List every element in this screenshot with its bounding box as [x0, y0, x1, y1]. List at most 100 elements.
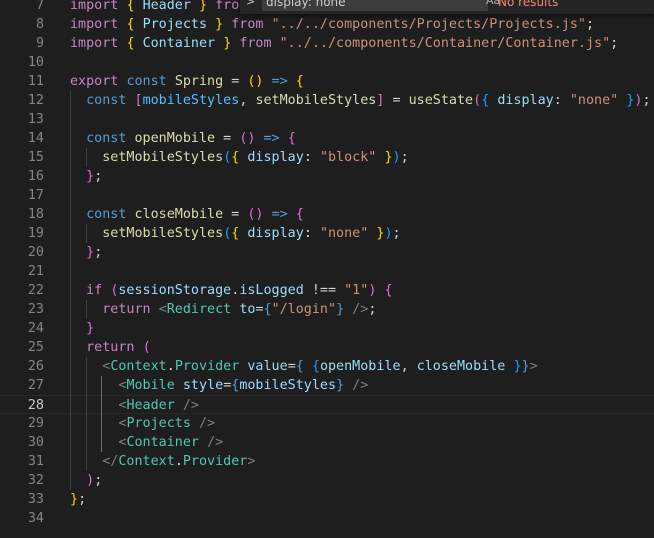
- code-text: );: [70, 471, 102, 490]
- code-token: {: [295, 207, 304, 222]
- code-token: .: [166, 359, 175, 374]
- code-token: !==: [303, 283, 345, 298]
- code-line[interactable]: 15 setMobileStyles({ display: "block" })…: [0, 148, 654, 167]
- code-token: ,: [400, 359, 417, 374]
- code-line[interactable]: 14 const openMobile = () => {: [0, 129, 654, 148]
- code-token: Container: [142, 36, 216, 51]
- code-token: :: [303, 226, 320, 241]
- code-line[interactable]: 21: [0, 262, 654, 281]
- code-line[interactable]: 20 };: [0, 243, 654, 262]
- code-editor[interactable]: 7 import { Header } from 8 import { Project…: [0, 0, 654, 538]
- line-number: 12: [27, 93, 44, 108]
- code-token: style: [182, 378, 224, 393]
- code-line[interactable]: 27 <Mobile style={mobileStyles} />: [0, 376, 654, 395]
- code-line[interactable]: 9 import { Container } from "../../compon…: [0, 34, 654, 53]
- code-token: }: [86, 321, 95, 336]
- indent-guide: [85, 148, 87, 167]
- code-token: />: [352, 302, 369, 317]
- line-number: 23: [27, 302, 44, 317]
- code-line[interactable]: 34: [0, 509, 654, 528]
- code-token: {: [295, 74, 304, 89]
- code-token: }: [521, 359, 530, 374]
- code-line[interactable]: 31 </Context.Provider>: [0, 452, 654, 471]
- code-line[interactable]: 19 setMobileStyles({ display: "none" });: [0, 224, 654, 243]
- code-token: }: [199, 0, 208, 13]
- code-token: >: [247, 454, 256, 469]
- code-token: (): [247, 207, 264, 222]
- code-line[interactable]: 32 );: [0, 471, 654, 490]
- chevron-right-icon[interactable]: >: [246, 0, 255, 8]
- line-number: 26: [27, 359, 44, 374]
- indent-guide: [85, 224, 87, 243]
- line-number: 33: [27, 492, 44, 507]
- code-text: return (: [70, 338, 151, 357]
- code-token: />: [352, 378, 369, 393]
- code-token: ;: [610, 36, 619, 51]
- code-token: (: [473, 93, 482, 108]
- line-number: 16: [27, 169, 44, 184]
- code-token: const: [126, 74, 167, 89]
- code-token: Header: [142, 0, 191, 13]
- code-line[interactable]: 28 <Header />: [0, 395, 654, 414]
- code-line[interactable]: 11 export const Spring = () => {: [0, 72, 654, 91]
- code-line[interactable]: 13: [0, 110, 654, 129]
- code-line[interactable]: 33};: [0, 490, 654, 509]
- code-line[interactable]: 29 <Projects />: [0, 414, 654, 433]
- code-line[interactable]: 24 }: [0, 319, 654, 338]
- code-token: =: [255, 302, 264, 317]
- code-line[interactable]: 25 return (: [0, 338, 654, 357]
- find-input[interactable]: [262, 0, 488, 11]
- code-token: useState: [408, 93, 474, 108]
- code-line[interactable]: 18 const closeMobile = () => {: [0, 205, 654, 224]
- indent-guide: [85, 357, 87, 471]
- line-number: 17: [27, 188, 44, 203]
- code-text: setMobileStyles({ display: "none" });: [70, 224, 400, 243]
- code-line[interactable]: 17: [0, 186, 654, 205]
- code-token: ;: [78, 492, 87, 507]
- line-number: 14: [27, 131, 44, 146]
- line-number: 20: [27, 245, 44, 260]
- code-line[interactable]: 8 import { Projects } from "../../compone…: [0, 15, 654, 34]
- code-token: {: [295, 359, 304, 374]
- code-text: import { Header } from: [70, 0, 247, 15]
- line-number: 24: [27, 321, 44, 336]
- code-line[interactable]: 10: [0, 53, 654, 72]
- code-token: ;: [368, 302, 377, 317]
- code-token: from: [239, 36, 272, 51]
- code-line[interactable]: 16 };: [0, 167, 654, 186]
- code-token: ;: [642, 93, 651, 108]
- code-token: display: [247, 226, 304, 241]
- indent-guide: [85, 300, 87, 319]
- code-token: =>: [271, 74, 288, 89]
- code-token: "/login": [271, 302, 337, 317]
- code-token: (): [247, 74, 264, 89]
- code-line[interactable]: 23 return <Redirect to={"/login"} />;: [0, 300, 654, 319]
- code-line[interactable]: 26 <Context.Provider value={ {openMobile…: [0, 357, 654, 376]
- line-number: 22: [27, 283, 44, 298]
- code-token: {: [384, 283, 393, 298]
- code-token: return: [102, 302, 151, 317]
- code-token: }: [336, 302, 345, 317]
- code-line[interactable]: 30 <Container />: [0, 433, 654, 452]
- line-number: 30: [27, 435, 44, 450]
- code-token: setMobileStyles: [102, 150, 224, 165]
- code-line[interactable]: 12 const [mobileStyles, setMobileStyles]…: [0, 91, 654, 110]
- code-line[interactable]: 22 if (sessionStorage.isLogged !== "1") …: [0, 281, 654, 300]
- code-token: }: [86, 169, 95, 184]
- code-text: const openMobile = () => {: [70, 129, 296, 148]
- code-token: Mobile: [126, 378, 175, 393]
- line-number: 13: [27, 112, 44, 127]
